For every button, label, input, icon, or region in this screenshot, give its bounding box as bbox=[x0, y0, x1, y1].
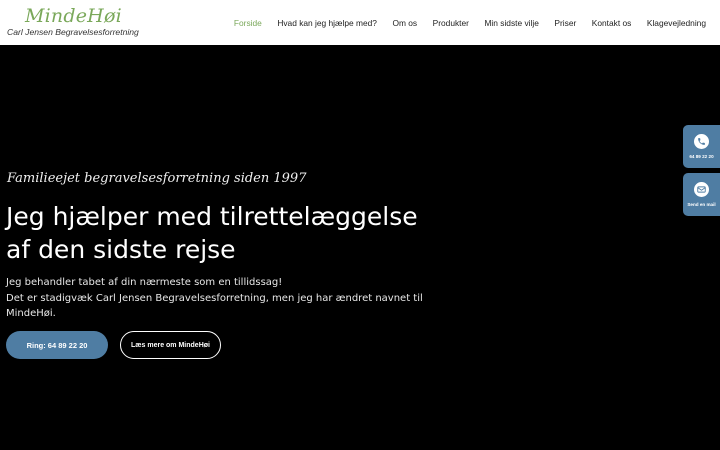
logo-title: MindeHøi bbox=[25, 5, 122, 27]
nav-item-produkter[interactable]: Produkter bbox=[433, 18, 469, 28]
nav-item-forside[interactable]: Forside bbox=[234, 18, 262, 28]
hero-headline: Jeg hjælper med tilrettelæggelse af den … bbox=[6, 202, 418, 264]
hero-body: Jeg behandler tabet af din nærmeste som … bbox=[6, 275, 456, 322]
nav-item-kontakt-os[interactable]: Kontakt os bbox=[592, 18, 632, 28]
hero-tagline: Familieejet begravelsesforretning siden … bbox=[7, 171, 307, 186]
nav-item-hvad-kan-jeg-hjaelpe-med[interactable]: Hvad kan jeg hjælpe med? bbox=[277, 18, 377, 28]
hero-body-line-2: Det er stadigvæk Carl Jensen Begravelses… bbox=[6, 292, 423, 320]
logo[interactable]: MindeHøi Carl Jensen Begravelsesforretni… bbox=[7, 5, 139, 41]
logo-subtitle: Carl Jensen Begravelsesforretning bbox=[7, 27, 139, 37]
call-button[interactable]: Ring: 64 89 22 20 bbox=[6, 331, 108, 359]
hero-body-line-1: Jeg behandler tabet af din nærmeste som … bbox=[6, 277, 283, 288]
nav-item-om-os[interactable]: Om os bbox=[392, 18, 417, 28]
nav-item-min-sidste-vilje[interactable]: Min sidste vilje bbox=[484, 18, 538, 28]
nav-item-klagevejledning[interactable]: Klagevejledning bbox=[647, 18, 706, 28]
side-tab-mail[interactable]: Send en mail bbox=[683, 173, 720, 216]
side-tab-phone-label: 64 89 22 20 bbox=[689, 154, 714, 159]
main-nav: Forside Hvad kan jeg hjælpe med? Om os P… bbox=[218, 0, 706, 45]
nav-item-priser[interactable]: Priser bbox=[554, 18, 576, 28]
side-tab-mail-label: Send en mail bbox=[687, 202, 716, 207]
site-header: MindeHøi Carl Jensen Begravelsesforretni… bbox=[0, 0, 720, 45]
side-tab-phone[interactable]: 64 89 22 20 bbox=[683, 125, 720, 168]
read-more-button[interactable]: Læs mere om MindeHøi bbox=[120, 331, 221, 359]
mail-icon bbox=[694, 182, 709, 197]
phone-icon bbox=[694, 134, 709, 149]
